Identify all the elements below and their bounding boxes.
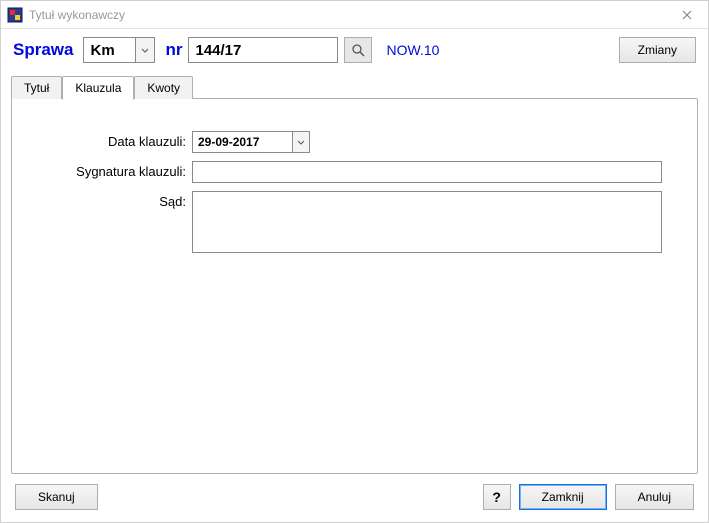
date-value: 29-09-2017	[192, 131, 292, 153]
search-icon	[351, 43, 365, 57]
tab-kwoty[interactable]: Kwoty	[134, 76, 193, 99]
km-select[interactable]: Km	[83, 37, 155, 63]
tabs-area: Tytuł Klauzula Kwoty Data klauzuli: 29-0…	[1, 71, 708, 474]
app-icon	[7, 7, 23, 23]
sygnatura-label: Sygnatura klauzuli:	[32, 161, 192, 179]
close-button[interactable]	[672, 5, 702, 25]
window: Tytuł wykonawczy Sprawa Km nr	[0, 0, 709, 523]
chevron-down-icon	[297, 140, 305, 145]
chevron-down-icon	[141, 48, 149, 53]
search-button[interactable]	[344, 37, 372, 63]
nr-input[interactable]	[188, 37, 338, 63]
bottom-toolbar: Skanuj ? Zamknij Anuluj	[1, 474, 708, 522]
titlebar: Tytuł wykonawczy	[1, 1, 708, 29]
tab-panel-klauzula: Data klauzuli: 29-09-2017 Sygnatura klau…	[11, 98, 698, 474]
anuluj-button[interactable]: Anuluj	[615, 484, 694, 510]
window-title: Tytuł wykonawczy	[29, 8, 672, 22]
sygnatura-input[interactable]	[192, 161, 662, 183]
date-dropdown[interactable]	[292, 131, 310, 153]
sad-textarea[interactable]	[192, 191, 662, 253]
date-label: Data klauzuli:	[32, 131, 192, 149]
row-sad: Sąd:	[32, 191, 677, 253]
km-select-value: Km	[83, 37, 135, 63]
help-button[interactable]: ?	[483, 484, 511, 510]
skanuj-button[interactable]: Skanuj	[15, 484, 98, 510]
sprawa-label: Sprawa	[13, 40, 73, 60]
zamknij-button[interactable]: Zamknij	[519, 484, 607, 510]
row-sygnatura: Sygnatura klauzuli:	[32, 161, 677, 183]
tab-tytul[interactable]: Tytuł	[11, 76, 62, 99]
tabs-header: Tytuł Klauzula Kwoty	[11, 75, 698, 99]
km-select-dropdown[interactable]	[135, 37, 155, 63]
nr-label: nr	[165, 40, 182, 60]
sad-label: Sąd:	[32, 191, 192, 209]
zmiany-button[interactable]: Zmiany	[619, 37, 696, 63]
date-picker[interactable]: 29-09-2017	[192, 131, 310, 153]
row-date: Data klauzuli: 29-09-2017	[32, 131, 677, 153]
now-label: NOW.10	[386, 42, 612, 58]
case-header-row: Sprawa Km nr NOW.10 Zmiany	[1, 29, 708, 71]
tab-klauzula[interactable]: Klauzula	[62, 76, 134, 100]
